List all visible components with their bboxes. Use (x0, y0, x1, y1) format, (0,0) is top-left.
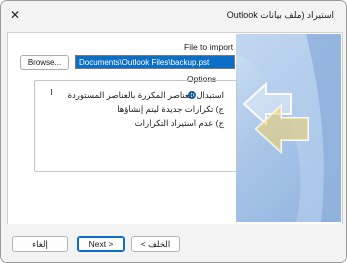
next-button[interactable]: Next > (77, 236, 125, 252)
file-to-import-label: File to import (184, 42, 234, 52)
cancel-button[interactable]: إلغاء (12, 236, 68, 252)
text-cursor-mark (51, 89, 52, 95)
browse-button[interactable]: Browse... (20, 55, 69, 70)
option-replace-duplicates-label[interactable]: استبدال العناصر المكررة بالعناصر المستور… (68, 90, 224, 101)
close-button[interactable]: ✕ (5, 5, 25, 25)
content-panel: File to import Documents\Outlook Files\b… (7, 32, 343, 225)
option-allow-duplicates-label[interactable]: ج) تكرارات جديدة ليتم إنشاؤها (117, 104, 224, 115)
arrows-illustration (236, 34, 341, 222)
import-banner-graphic (236, 34, 341, 222)
close-icon: ✕ (9, 8, 21, 22)
option-no-duplicates-label[interactable]: ج) عدم استيراد التكرارات (135, 118, 224, 129)
file-path-input[interactable]: Documents\Outlook Files\backup.pst (75, 55, 235, 69)
title-bar: ✕ استيراد (ملف بيانات Outlook (1, 1, 346, 31)
dialog-title: استيراد (ملف بيانات Outlook (226, 10, 334, 20)
dialog-footer: < الخلف Next > إلغاء (1, 224, 346, 262)
back-button[interactable]: < الخلف (131, 236, 180, 252)
import-dialog: ✕ استيراد (ملف بيانات Outlook File to im… (0, 0, 347, 263)
